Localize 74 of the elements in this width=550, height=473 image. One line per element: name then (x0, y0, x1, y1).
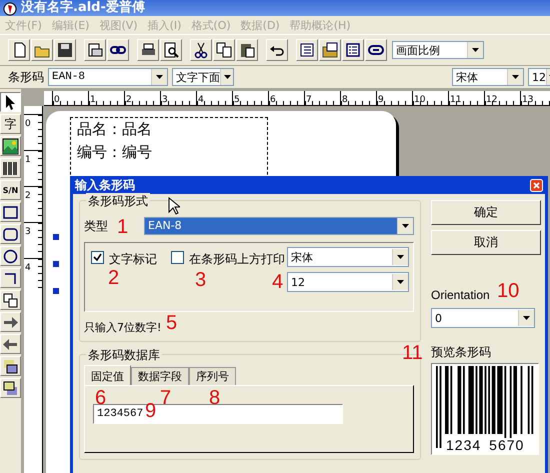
dialog-title: 输入条形码 (75, 176, 135, 194)
ruler-number: 8 (341, 95, 348, 105)
cursor-icon (168, 197, 180, 215)
barcode-type-combo[interactable]: EAN-8 (144, 217, 414, 235)
ruler-number: 10 (413, 95, 426, 105)
folder-list-icon[interactable] (321, 41, 339, 59)
font-combo[interactable]: 宋体 (287, 247, 409, 267)
annotation-number: 9 (145, 401, 156, 421)
label-text: 编号：编号 (77, 142, 153, 163)
ruler-number: 12 (485, 95, 498, 105)
group-title: 条形码形式 (86, 193, 150, 210)
page-icon[interactable] (86, 41, 104, 59)
ruler-number: 2 (24, 191, 31, 201)
scissors-icon[interactable] (192, 41, 210, 59)
annotation-number: 4 (272, 272, 284, 292)
serial-tool[interactable]: S/N (0, 180, 21, 200)
tab[interactable]: 序列号 (189, 367, 236, 385)
selection-handle[interactable] (53, 234, 59, 240)
ruler-number: 9 (377, 95, 384, 105)
preview-icon[interactable] (162, 41, 180, 59)
hint-text: 只输入7位数字! (84, 320, 162, 335)
annotation-number: 3 (195, 270, 206, 290)
paste-icon[interactable] (238, 41, 256, 59)
ruler-number: 7 (305, 95, 312, 105)
barcode-digits: 1234 (446, 438, 482, 452)
ruler-number: 3 (161, 95, 168, 105)
font-size-combo[interactable]: 12 (528, 68, 550, 86)
ruler-number: 2 (125, 95, 132, 105)
annotation-number: 5 (166, 313, 178, 333)
ruler-number: 5 (233, 95, 240, 105)
picture-icon[interactable] (1, 136, 20, 156)
text-tool[interactable]: 字 (0, 114, 21, 134)
zoom-combo[interactable]: 画面比例 (392, 41, 484, 59)
font-size-combo[interactable]: 12 (287, 272, 409, 292)
app-logo-icon (3, 2, 17, 16)
font-combo[interactable]: 宋体 (452, 68, 524, 86)
tab[interactable]: 数据字段 (131, 367, 189, 385)
ruler-number: 6 (269, 95, 276, 105)
group-icon[interactable] (1, 290, 20, 310)
ruler-number: 1 (89, 95, 96, 105)
close-icon[interactable] (530, 178, 543, 192)
group-title: 条形码数据库 (86, 347, 162, 364)
checkmark-icon (93, 253, 102, 262)
annotation-number: 2 (108, 268, 120, 288)
type-label: 类型 (84, 218, 108, 234)
label-text: 品名：品名 (77, 119, 153, 140)
ruler-number: 1 (24, 155, 31, 165)
orientation-combo[interactable]: 0 (431, 308, 535, 328)
copy-icon[interactable] (215, 41, 233, 59)
ruler-number: 4 (197, 95, 204, 105)
ruler-number: 3 (24, 227, 31, 237)
layers-icon[interactable] (1, 378, 20, 398)
dialog-button[interactable]: 确定 (431, 200, 541, 225)
ruler-number: 11 (449, 95, 462, 105)
ruler-number: 13 (521, 95, 534, 105)
save-icon[interactable] (56, 41, 74, 59)
annotation-number: 11 (402, 343, 423, 363)
barcode-digits: 5670 (489, 438, 524, 452)
preview-label: 预览条形码 (431, 344, 492, 361)
orientation-label: Orientation (431, 288, 490, 302)
dialog-button[interactable]: 取消 (431, 230, 541, 255)
list-icon[interactable] (344, 41, 362, 59)
selection-handle[interactable] (53, 261, 59, 267)
barcode-type-combo[interactable]: EAN-8 (48, 68, 168, 86)
text-position-combo[interactable]: 文字下面 (172, 68, 234, 86)
ruler-number: 0 (24, 119, 31, 129)
ruler-number: 4 (24, 263, 31, 273)
annotation-number: 1 (117, 217, 128, 237)
ruler-number: 0 (53, 95, 60, 105)
barcode-label: 条形码 (8, 68, 44, 86)
tab[interactable]: 固定值 (84, 365, 131, 385)
annotation-number: 10 (497, 281, 520, 301)
selection-handle[interactable] (53, 288, 59, 294)
list-icon[interactable] (298, 41, 316, 59)
